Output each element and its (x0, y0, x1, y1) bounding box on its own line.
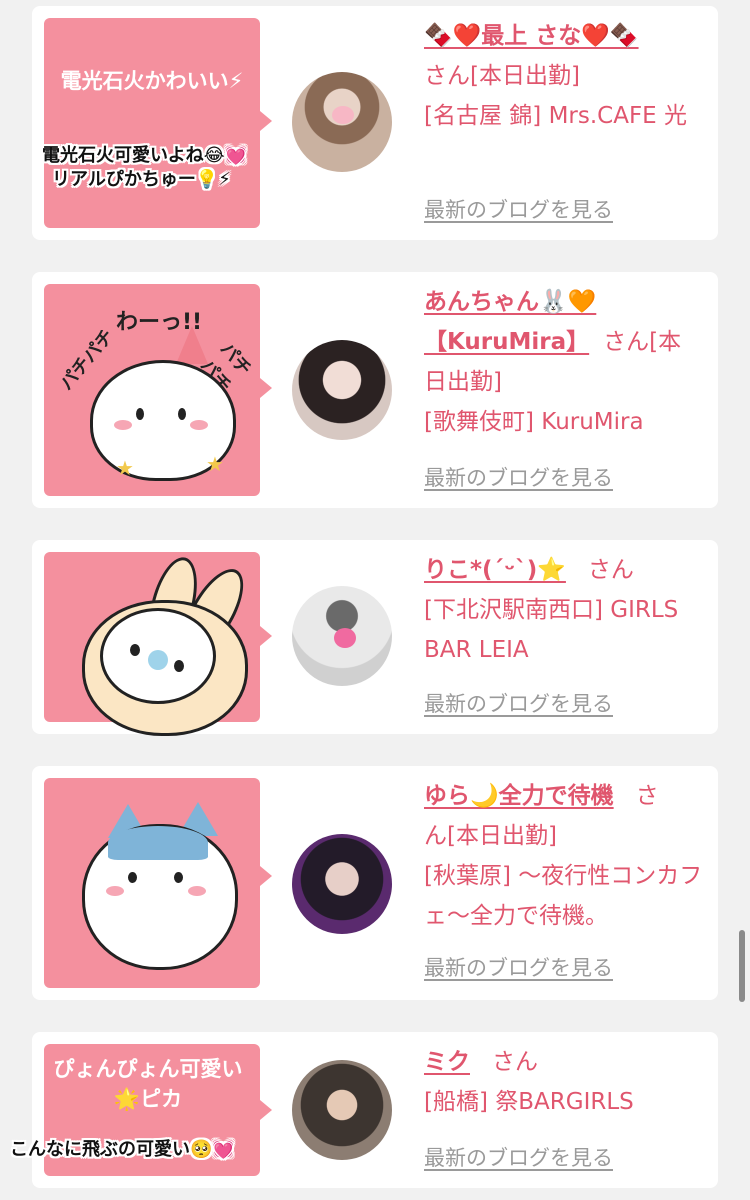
shop-text: [秋葉原] 〜夜行性コンカフェ〜全力で待機。 (424, 863, 703, 929)
post-card-3[interactable]: りこ*(ˊᵕˋ)⭐ さん [下北沢駅南西口] GIRLS BAR LEIA 最新の… (32, 540, 718, 736)
party-hat-icon (176, 326, 208, 364)
status-text: さん[本 (603, 329, 682, 355)
sticker-caption: 電光石火可愛いよね😂💓 リアルぴかちゅー💡⚡ (42, 144, 247, 192)
girl-name-link[interactable]: りこ*(ˊᵕˋ)⭐ (424, 557, 566, 583)
latest-blog-link[interactable]: 最新のブログを見る (424, 462, 613, 492)
post-info: ゆら🌙全力で待機さ ん[本日出勤] [秋葉原] 〜夜行性コンカフェ〜全力で待機。 (424, 776, 714, 936)
avatar[interactable] (292, 72, 392, 172)
latest-blog-link[interactable]: 最新のブログを見る (424, 1142, 613, 1172)
eye-icon (178, 408, 186, 420)
star-icon: ★ (116, 456, 134, 480)
latest-blog-link[interactable]: 最新のブログを見る (424, 952, 613, 982)
bubble-arrow (260, 866, 272, 886)
star-icon: ★ (206, 452, 224, 476)
chiikawa-sticker: わーっ!! パチパチ パチパチ ★ ★ (56, 286, 256, 496)
heart-sticker-icon (332, 106, 354, 124)
blush-icon (114, 420, 132, 430)
post-info: 🍫❤️最上 さな❤️🍫 さん[本日出勤] [名古屋 錦] Mrs.CAFE 光 (424, 16, 714, 136)
eye-icon (130, 644, 140, 656)
hachiware-sticker (68, 786, 258, 986)
girl-name-link[interactable]: あんちゃん🐰🧡 (424, 289, 596, 315)
latest-blog-link[interactable]: 最新のブログを見る (424, 194, 613, 224)
avatar[interactable] (292, 834, 392, 934)
shop-text: [下北沢駅南西口] GIRLS BAR LEIA (424, 597, 679, 663)
post-card-2[interactable]: わーっ!! パチパチ パチパチ ★ ★ あんちゃん🐰🧡 【KuruMira】 さん… (32, 272, 718, 508)
eye-icon (174, 660, 184, 672)
status-text: 日出勤] (424, 369, 502, 395)
scrollbar[interactable] (739, 930, 745, 1002)
sticker-caption: こんなに飛ぶの可愛い🥺💓 (10, 1139, 235, 1160)
shop-text: [歌舞伎町] KuruMira (424, 409, 644, 435)
caption-line: 電光石火可愛いよね😂💓 (42, 145, 248, 166)
heart-sticker-icon (334, 628, 356, 648)
latest-blog-link[interactable]: 最新のブログを見る (424, 688, 613, 718)
shop-tag-link[interactable]: 【KuruMira】 (424, 329, 589, 355)
blush-icon (190, 420, 208, 430)
bubble-arrow (260, 1100, 272, 1120)
blue-nose-icon (148, 650, 168, 670)
bubble-arrow (260, 378, 272, 398)
post-card-1[interactable]: 電光石火かわいい⚡ 電光石火可愛いよね😂💓 リアルぴかちゅー💡⚡ 🍫❤️最上 さ… (32, 6, 718, 240)
girl-name-link[interactable]: ミク (424, 1049, 470, 1075)
hachiware-head-mark (108, 826, 208, 860)
usagi-sticker (62, 550, 262, 736)
bubble-text: 電光石火かわいい⚡ (60, 69, 244, 93)
post-info: ミク さん [船橋] 祭BARGIRLS (424, 1042, 714, 1122)
post-card-4[interactable]: ゆら🌙全力で待機さ ん[本日出勤] [秋葉原] 〜夜行性コンカフェ〜全力で待機。… (32, 766, 718, 1000)
status-text: さん[本日出勤] (424, 63, 580, 89)
status-text: さん (492, 1049, 538, 1075)
eye-icon (128, 872, 137, 883)
girl-name-link[interactable]: ゆら🌙全力で待機 (424, 783, 614, 809)
bubble-arrow (260, 111, 272, 131)
avatar[interactable] (292, 340, 392, 440)
caption-line: リアルぴかちゅー💡⚡ (52, 169, 231, 190)
post-info: あんちゃん🐰🧡 【KuruMira】 さん[本 日出勤] [歌舞伎町] KuruM… (424, 282, 714, 442)
blush-icon (188, 886, 206, 896)
shop-text: [船橋] 祭BARGIRLS (424, 1089, 634, 1115)
eye-icon (136, 408, 144, 420)
avatar[interactable] (292, 586, 392, 686)
status-text: ん[本日出勤] (424, 823, 557, 849)
status-text: さん (587, 557, 634, 583)
post-info: りこ*(ˊᵕˋ)⭐ さん [下北沢駅南西口] GIRLS BAR LEIA (424, 550, 714, 670)
avatar[interactable] (292, 1060, 392, 1160)
eye-icon (174, 872, 183, 883)
girl-name-link[interactable]: 🍫❤️最上 さな❤️🍫 (424, 23, 639, 49)
status-text: さ (635, 783, 659, 809)
post-card-5[interactable]: ぴょんぴょん可愛い🌟ピカ こんなに飛ぶの可愛い🥺💓 ミク さん [船橋] 祭BAR… (10, 1032, 718, 1188)
shop-text: [名古屋 錦] Mrs.CAFE 光 (424, 103, 688, 129)
blush-icon (106, 886, 124, 896)
bubble-text: ぴょんぴょん可愛い🌟ピカ (53, 1057, 243, 1111)
message-bubble[interactable] (44, 18, 260, 228)
